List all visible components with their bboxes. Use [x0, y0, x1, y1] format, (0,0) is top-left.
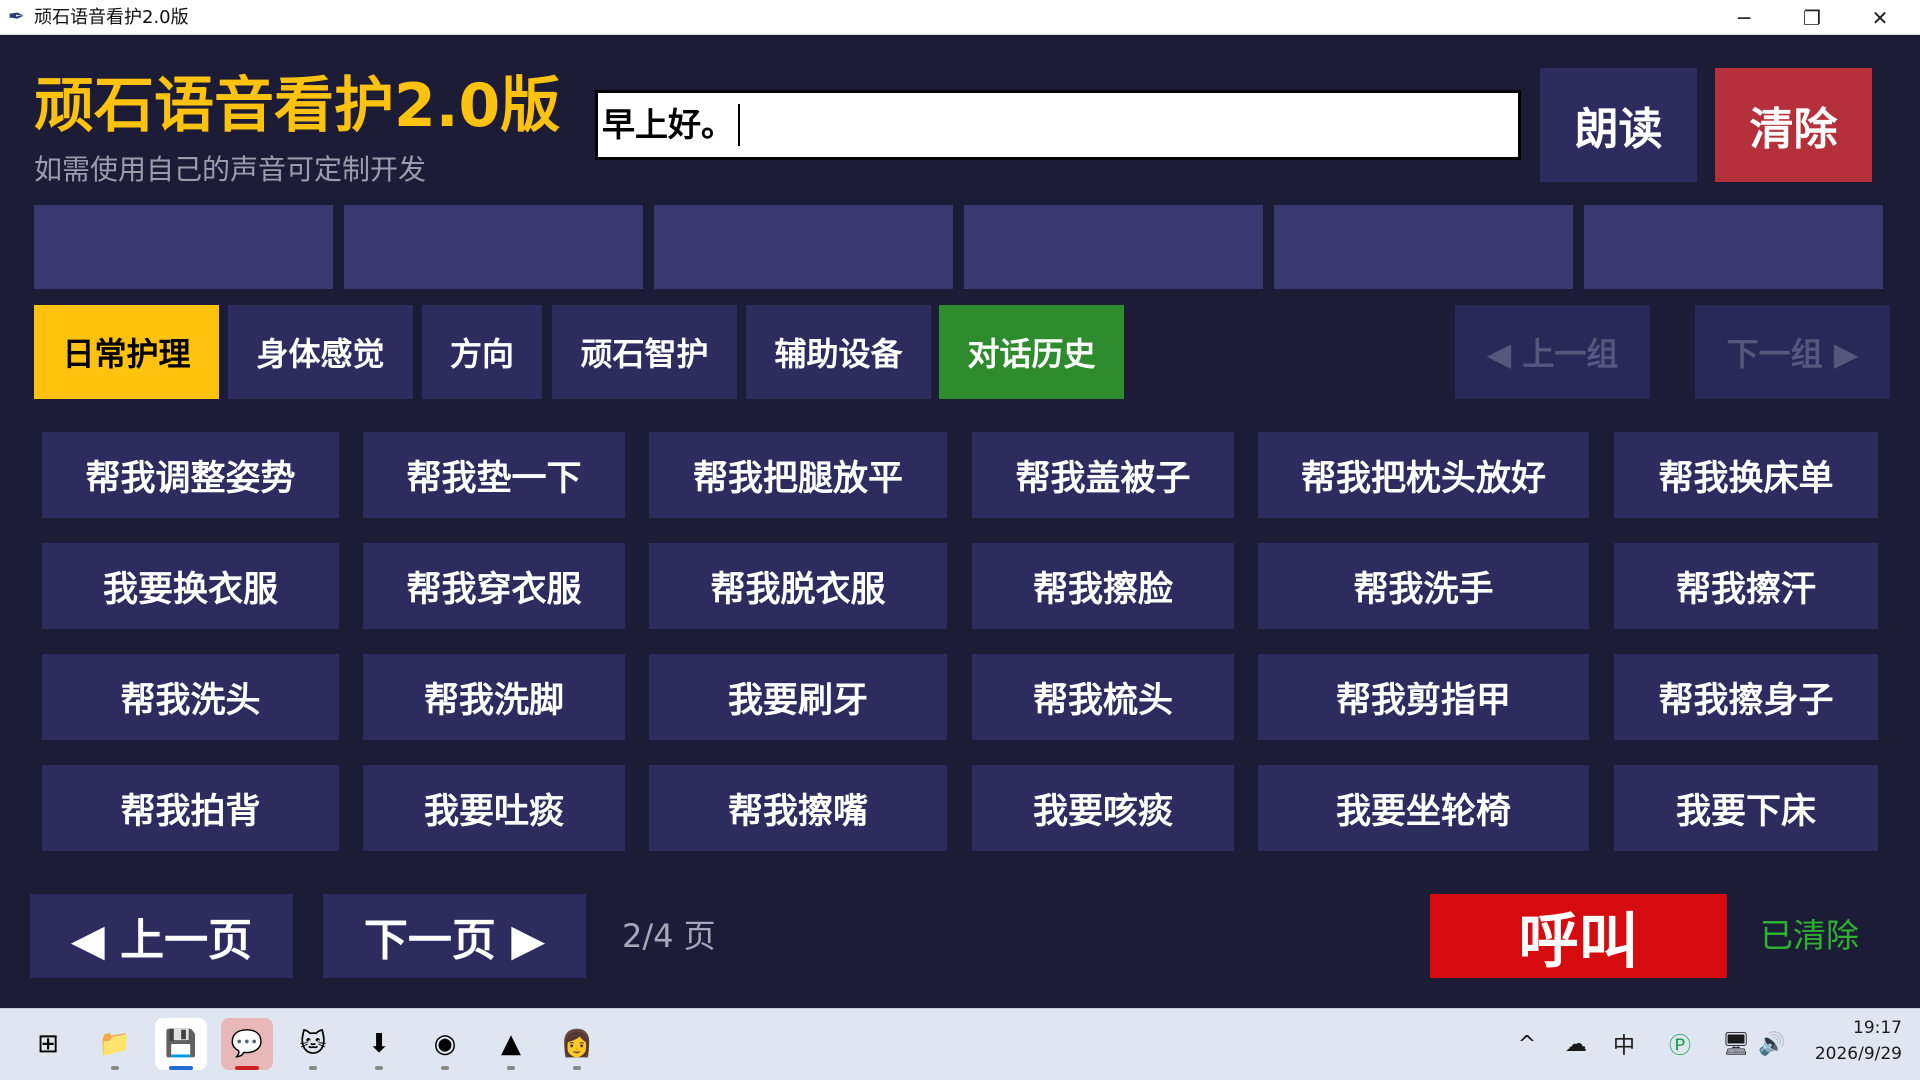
app-subtitle: 如需使用自己的声音可定制开发	[34, 153, 427, 186]
running-indicator	[169, 1066, 193, 1070]
phrase-button[interactable]: 帮我调整姿势	[42, 432, 339, 518]
clock-date[interactable]: 2026/9/29	[1790, 1044, 1902, 1064]
phrase-button[interactable]: 我要坐轮椅	[1258, 765, 1589, 851]
quick-slot-2[interactable]	[344, 205, 643, 289]
next-page-button[interactable]: 下一页 ▶	[323, 894, 586, 978]
text-caret	[738, 104, 740, 146]
restore-button[interactable]: ❐	[1778, 0, 1846, 35]
window-title: 顽石语音看护2.0版	[34, 7, 189, 28]
window-title-bar: ✒ 顽石语音看护2.0版 ─ ❐ ✕	[0, 0, 1920, 35]
tray-chevron-icon[interactable]: ^	[1512, 1018, 1542, 1070]
phrase-button[interactable]: 帮我盖被子	[972, 432, 1234, 518]
wechat-icon[interactable]: 💬	[221, 1018, 273, 1070]
running-indicator	[235, 1066, 259, 1070]
phrase-button[interactable]: 帮我擦嘴	[649, 765, 947, 851]
app-title: 顽石语音看护2.0版	[34, 71, 561, 141]
phrase-button[interactable]: 帮我洗头	[42, 654, 339, 740]
assistant-avatar-icon[interactable]: 👩	[551, 1018, 603, 1070]
phrase-button[interactable]: 我要咳痰	[972, 765, 1234, 851]
minimize-button[interactable]: ─	[1710, 0, 1778, 35]
call-button[interactable]: 呼叫	[1430, 894, 1727, 978]
quick-slot-6[interactable]	[1584, 205, 1883, 289]
phrase-button[interactable]: 帮我垫一下	[363, 432, 625, 518]
running-indicator	[309, 1066, 317, 1070]
volume-icon[interactable]: 🔊	[1754, 1018, 1790, 1070]
phrase-button[interactable]: 帮我穿衣服	[363, 543, 625, 629]
tab-direction[interactable]: 方向	[422, 305, 542, 399]
phrase-button[interactable]: 帮我把腿放平	[649, 432, 947, 518]
phrase-button[interactable]: 帮我拍背	[42, 765, 339, 851]
phrase-button[interactable]: 我要吐痰	[363, 765, 625, 851]
quick-slot-4[interactable]	[964, 205, 1263, 289]
quick-slot-1[interactable]	[34, 205, 333, 289]
phrase-button[interactable]: 帮我换床单	[1614, 432, 1878, 518]
phrase-button[interactable]: 帮我剪指甲	[1258, 654, 1589, 740]
phrase-button[interactable]: 我要刷牙	[649, 654, 947, 740]
cat-app-icon[interactable]: 🐱	[287, 1018, 339, 1070]
windows-start-icon[interactable]: ⊞	[22, 1018, 74, 1070]
chrome-icon[interactable]: ◉	[419, 1018, 471, 1070]
feather-app-icon: ✒	[8, 4, 25, 28]
clear-button[interactable]: 清除	[1715, 68, 1872, 182]
read-aloud-button[interactable]: 朗读	[1540, 68, 1697, 182]
phrase-button[interactable]: 我要下床	[1614, 765, 1878, 851]
previous-page-button[interactable]: ◀ 上一页	[30, 894, 293, 978]
phrase-button[interactable]: 帮我擦汗	[1614, 543, 1878, 629]
speech-input-value: 早上好。	[602, 105, 734, 144]
tab-body-feeling[interactable]: 身体感觉	[228, 305, 413, 399]
quick-slot-3[interactable]	[654, 205, 953, 289]
running-indicator	[111, 1066, 119, 1070]
ime-indicator[interactable]: 中	[1606, 1018, 1642, 1070]
running-indicator	[507, 1066, 515, 1070]
phrase-button[interactable]: 帮我把枕头放好	[1258, 432, 1589, 518]
phrase-button[interactable]: 帮我擦脸	[972, 543, 1234, 629]
file-explorer-icon[interactable]: 📁	[89, 1018, 141, 1070]
python-app-icon[interactable]: 💾	[155, 1018, 207, 1070]
tab-smart-care[interactable]: 顽石智护	[552, 305, 737, 399]
next-group-button[interactable]: 下一组 ▶	[1695, 305, 1890, 399]
tab-assistive-devices[interactable]: 辅助设备	[746, 305, 931, 399]
page-indicator: 2/4 页	[622, 917, 716, 955]
previous-group-button[interactable]: ◀ 上一组	[1455, 305, 1650, 399]
running-indicator	[375, 1066, 383, 1070]
phrase-button[interactable]: 帮我脱衣服	[649, 543, 947, 629]
phrase-button[interactable]: 帮我洗手	[1258, 543, 1589, 629]
tab-daily-care[interactable]: 日常护理	[34, 305, 219, 399]
network-icon[interactable]: 🖥	[1718, 1018, 1754, 1070]
speech-text-input[interactable]: 早上好。	[595, 90, 1521, 160]
quick-slot-5[interactable]	[1274, 205, 1573, 289]
onedrive-cloud-icon[interactable]: ☁	[1558, 1018, 1594, 1070]
download-app-icon[interactable]: ⬇	[353, 1018, 405, 1070]
running-indicator	[441, 1066, 449, 1070]
phrase-button[interactable]: 帮我梳头	[972, 654, 1234, 740]
tab-conversation-history[interactable]: 对话历史	[939, 305, 1124, 399]
payment-app-icon[interactable]: Ⓟ	[1662, 1018, 1698, 1070]
running-indicator	[573, 1066, 581, 1070]
close-button[interactable]: ✕	[1846, 0, 1914, 35]
status-message: 已清除	[1760, 916, 1859, 955]
phrase-button[interactable]: 帮我洗脚	[363, 654, 625, 740]
phrase-button[interactable]: 我要换衣服	[42, 543, 339, 629]
phrase-button[interactable]: 帮我擦身子	[1614, 654, 1878, 740]
clock-time[interactable]: 19:17	[1808, 1018, 1902, 1038]
vlc-icon[interactable]: ▲	[485, 1018, 537, 1070]
